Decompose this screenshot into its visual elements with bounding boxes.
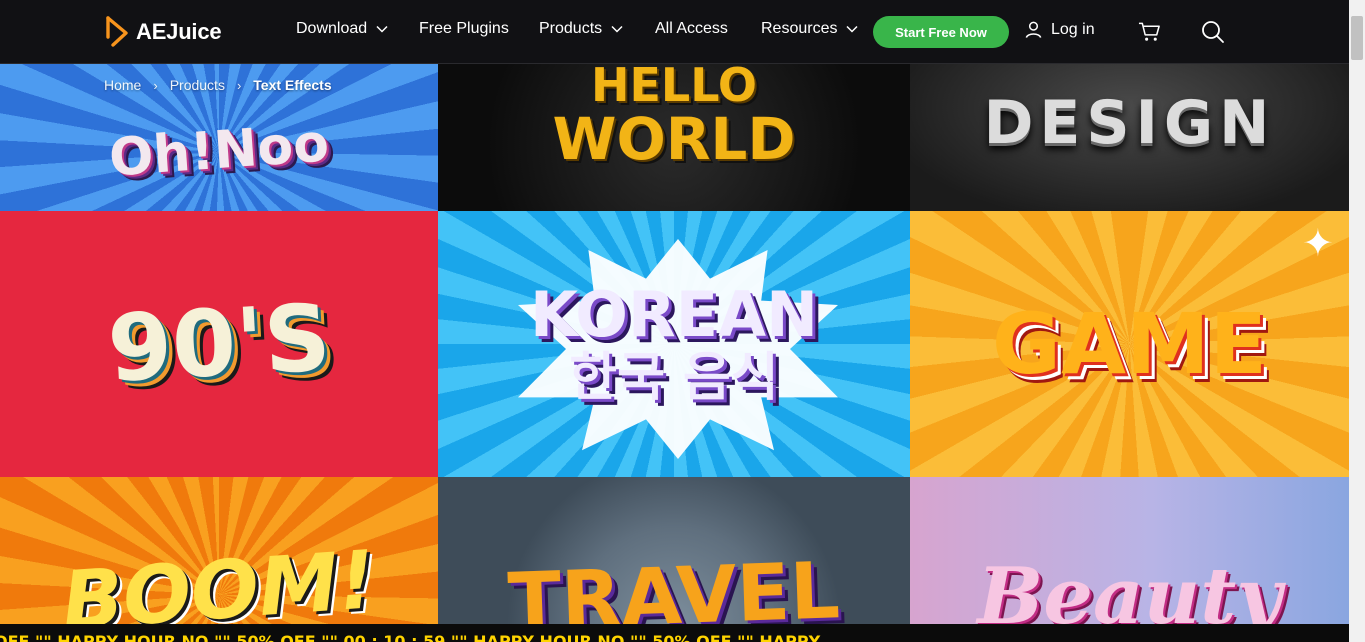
login-link[interactable]: Log in (1024, 20, 1095, 39)
nav-products-label: Products (539, 20, 603, 37)
tile-game[interactable]: ✦ GAME (910, 211, 1349, 477)
nav-download[interactable]: Download (296, 20, 388, 38)
site-header: AEJuice Download Free Plugins Products A… (0, 0, 1349, 64)
start-free-now-button[interactable]: Start Free Now (873, 16, 1009, 48)
sparkle-icon: ✦ (1302, 223, 1334, 265)
cart-icon (1138, 22, 1160, 41)
nav-all-access[interactable]: All Access (655, 20, 728, 38)
search-icon (1202, 21, 1224, 43)
tile-title: Oh!Noo (107, 113, 331, 189)
tile-travel[interactable]: TRAVEL (438, 477, 910, 624)
tile-boom[interactable]: BOOM! (0, 477, 438, 624)
nav-resources-label: Resources (761, 20, 838, 37)
nav-resources[interactable]: Resources (761, 20, 859, 38)
aejuice-play-logo-icon (106, 16, 128, 47)
promo-ticker-text: OFF "" HAPPY HOUR NO "" 50% OFF "" 00 : … (0, 632, 821, 642)
nav-download-label: Download (296, 20, 368, 37)
tile-subtitle: 한국 음식 (569, 348, 779, 408)
tile-title: BOOM! (59, 532, 379, 624)
search-button[interactable] (1201, 20, 1225, 49)
chevron-down-icon (376, 25, 388, 33)
breadcrumb-separator-icon: › (153, 77, 158, 93)
tile-korean[interactable]: KOREAN 한국 음식 (438, 211, 910, 477)
login-label: Log in (1051, 20, 1095, 38)
tile-title: GAME (992, 295, 1267, 393)
tile-title: Beauty (977, 550, 1282, 624)
tile-title: HELLO (590, 63, 757, 112)
tile-title: TRAVEL (506, 545, 842, 624)
tile-subtitle: WORLD (552, 105, 796, 173)
breadcrumb-products[interactable]: Products (170, 77, 225, 93)
nav-free-plugins-label: Free Plugins (419, 20, 509, 37)
breadcrumb-separator-icon: › (236, 77, 242, 93)
brand-logo[interactable]: AEJuice (104, 15, 222, 49)
page-scrollbar[interactable] (1349, 0, 1365, 642)
breadcrumb-current: Text Effects (253, 77, 332, 93)
scrollbar-thumb[interactable] (1351, 16, 1363, 60)
tile-90s[interactable]: 90'S (0, 211, 438, 477)
tile-title: DESIGN (983, 88, 1276, 158)
chevron-down-icon (846, 25, 859, 33)
tile-title: 90'S (105, 284, 333, 403)
tile-beauty[interactable]: Beauty (910, 477, 1349, 624)
user-icon (1025, 21, 1042, 38)
nav-products[interactable]: Products (539, 20, 623, 38)
chevron-down-icon (611, 25, 623, 33)
brand-name: AEJuice (136, 19, 222, 44)
promo-ticker[interactable]: OFF "" HAPPY HOUR NO "" 50% OFF "" 00 : … (0, 624, 1349, 642)
tile-design[interactable]: DESIGN (910, 63, 1349, 211)
nav-free-plugins[interactable]: Free Plugins (419, 20, 509, 38)
cart-button[interactable] (1138, 21, 1161, 48)
breadcrumb-home[interactable]: Home (104, 77, 141, 93)
tile-hello-world[interactable]: HELLO WORLD (438, 63, 910, 211)
breadcrumb: Home › Products › Text Effects (104, 77, 332, 93)
nav-all-access-label: All Access (655, 20, 728, 37)
tile-title: KOREAN (530, 278, 818, 351)
